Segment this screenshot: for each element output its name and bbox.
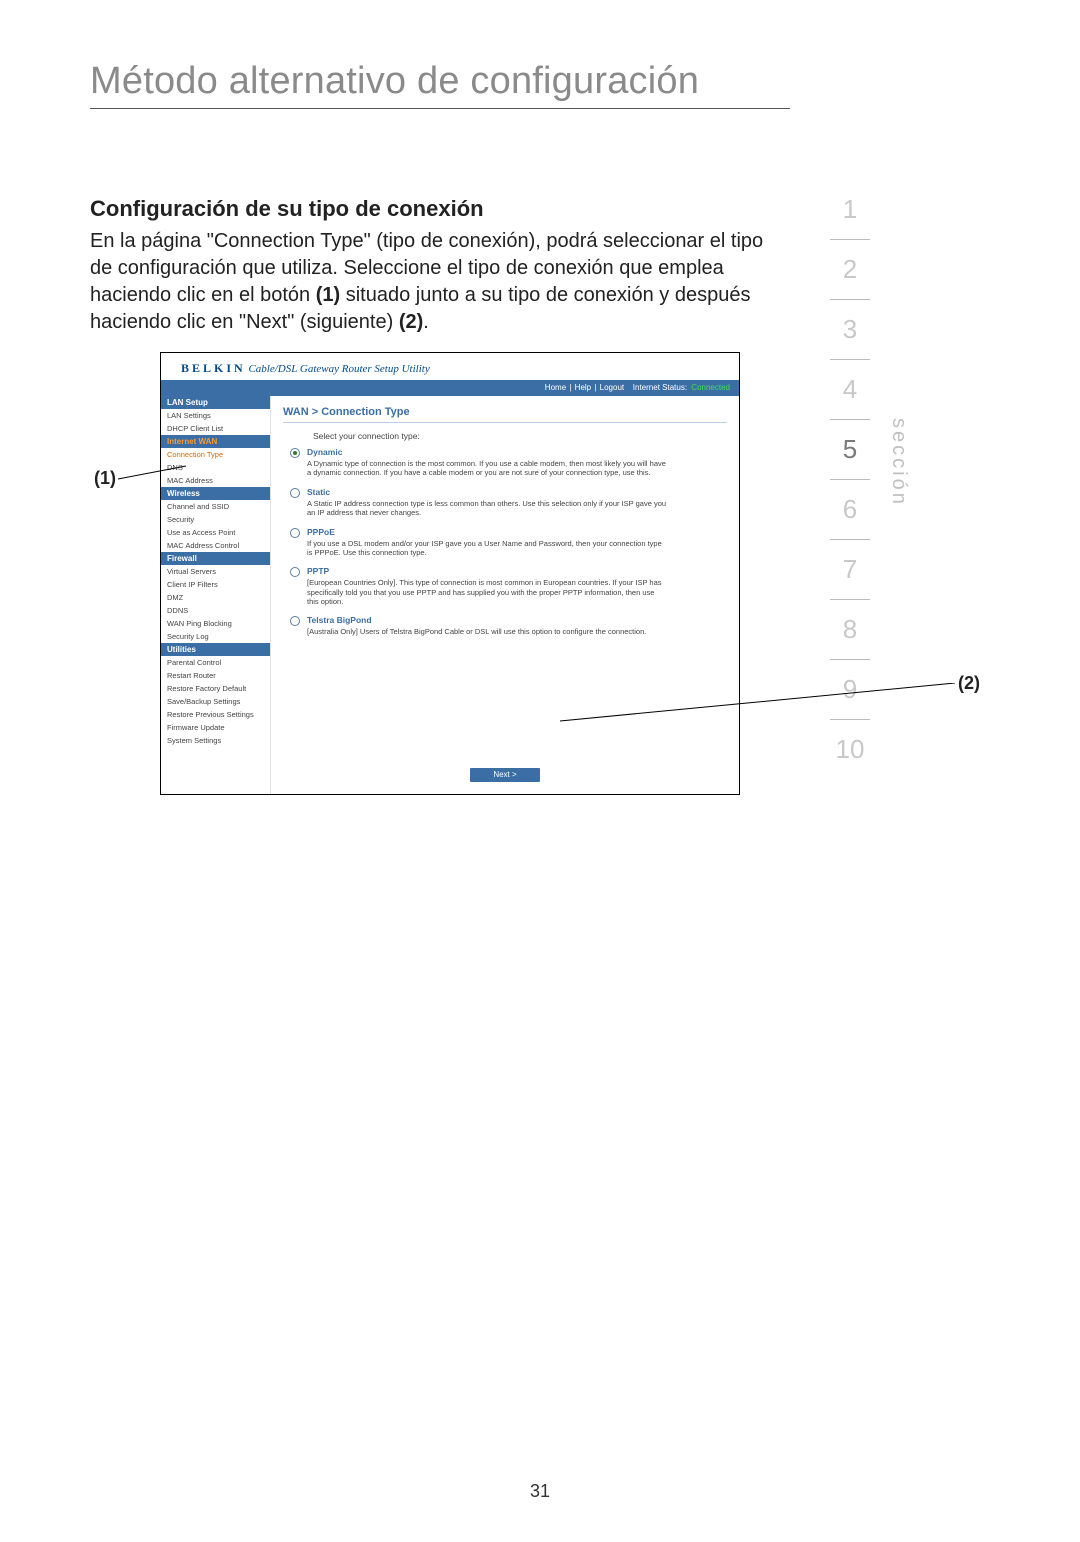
topbar-status-value: Connected	[691, 383, 730, 392]
section-tab-num: 6	[843, 480, 857, 538]
section-tabs: 12345678910	[830, 180, 870, 780]
section-tab-8[interactable]: 8	[830, 600, 870, 660]
sidebar-item[interactable]: Restart Router	[161, 669, 270, 682]
section-tab-num: 1	[843, 180, 857, 238]
connection-option: PPPoE If you use a DSL modem and/or your …	[283, 527, 727, 564]
sidebar-heading: LAN Setup	[161, 396, 270, 409]
sidebar-heading: Utilities	[161, 643, 270, 656]
sidebar-item[interactable]: MAC Address Control	[161, 539, 270, 552]
page-number: 31	[530, 1481, 550, 1502]
section-tab-3[interactable]: 3	[830, 300, 870, 360]
select-connection-label: Select your connection type:	[313, 431, 727, 441]
callout-ref-2: (2)	[399, 311, 423, 333]
topbar-logout[interactable]: Logout	[600, 383, 624, 392]
radio-pppoe[interactable]	[290, 528, 300, 538]
sidebar-item[interactable]: Restore Factory Default	[161, 682, 270, 695]
router-brand-header: BELKIN Cable/DSL Gateway Router Setup Ut…	[161, 353, 739, 380]
router-ui-screenshot: BELKIN Cable/DSL Gateway Router Setup Ut…	[160, 352, 740, 795]
section-tab-num: 9	[843, 660, 857, 718]
sidebar-item[interactable]: DNS	[161, 461, 270, 474]
sidebar-item[interactable]: Parental Control	[161, 656, 270, 669]
radio-static[interactable]	[290, 488, 300, 498]
section-tab-num: 2	[843, 240, 857, 298]
section-tab-5[interactable]: 5	[830, 420, 870, 480]
sidebar-item[interactable]: Client IP Filters	[161, 578, 270, 591]
option-desc: A Dynamic type of connection is the most…	[307, 459, 667, 478]
option-desc: If you use a DSL modem and/or your ISP g…	[307, 539, 667, 558]
option-title: Dynamic	[307, 447, 727, 457]
sidebar-item[interactable]: MAC Address	[161, 474, 270, 487]
section-tab-10[interactable]: 10	[830, 720, 870, 780]
body-text-c: .	[423, 311, 429, 333]
sidebar-item[interactable]: Save/Backup Settings	[161, 695, 270, 708]
topbar-help[interactable]: Help	[575, 383, 591, 392]
section-tab-num: 8	[843, 600, 857, 658]
sidebar-item[interactable]: DHCP Client List	[161, 422, 270, 435]
section-tab-num: 3	[843, 300, 857, 358]
sidebar-item[interactable]: System Settings	[161, 734, 270, 747]
connection-option: Telstra BigPond [Australia Only] Users of…	[283, 615, 727, 642]
option-desc: [Australia Only] Users of Telstra BigPon…	[307, 627, 667, 636]
radio-pptp[interactable]	[290, 567, 300, 577]
option-title: PPTP	[307, 566, 727, 576]
sidebar-item[interactable]: Virtual Servers	[161, 565, 270, 578]
sidebar-item[interactable]: Restore Previous Settings	[161, 708, 270, 721]
sidebar-item[interactable]: Use as Access Point	[161, 526, 270, 539]
sidebar-item[interactable]: WAN Ping Blocking	[161, 617, 270, 630]
next-button[interactable]: Next >	[470, 768, 540, 782]
connection-option: Dynamic A Dynamic type of connection is t…	[283, 447, 727, 484]
section-tab-num: 7	[843, 540, 857, 598]
section-tab-7[interactable]: 7	[830, 540, 870, 600]
sidebar-item[interactable]: Security Log	[161, 630, 270, 643]
option-title: Telstra BigPond	[307, 615, 727, 625]
radio-telstra bigpond[interactable]	[290, 616, 300, 626]
sidebar-heading: Internet WAN	[161, 435, 270, 448]
router-brand-sub: Cable/DSL Gateway Router Setup Utility	[248, 363, 429, 375]
section-tab-1[interactable]: 1	[830, 180, 870, 240]
breadcrumb: WAN > Connection Type	[283, 406, 727, 418]
callout-2-label: (2)	[958, 673, 980, 694]
sidebar-item[interactable]: Connection Type	[161, 448, 270, 461]
sidebar-item[interactable]: Channel and SSID	[161, 500, 270, 513]
body-paragraph: En la página "Connection Type" (tipo de …	[90, 228, 790, 336]
section-tab-9[interactable]: 9	[830, 660, 870, 720]
section-heading: Configuración de su tipo de conexión	[90, 196, 484, 222]
sidebar-heading: Wireless	[161, 487, 270, 500]
section-tab-num: 5	[843, 420, 857, 478]
section-tab-4[interactable]: 4	[830, 360, 870, 420]
callout-1-label: (1)	[94, 468, 116, 489]
radio-dynamic[interactable]	[290, 448, 300, 458]
section-tab-6[interactable]: 6	[830, 480, 870, 540]
topbar-home[interactable]: Home	[545, 383, 566, 392]
router-sidebar: LAN SetupLAN SettingsDHCP Client ListInt…	[161, 396, 271, 794]
sidebar-item[interactable]: LAN Settings	[161, 409, 270, 422]
section-tab-num: 4	[843, 360, 857, 418]
seccion-label: sección	[887, 418, 910, 507]
sidebar-item[interactable]: Security	[161, 513, 270, 526]
option-desc: A Static IP address connection type is l…	[307, 499, 667, 518]
connection-option: Static A Static IP address connection typ…	[283, 487, 727, 524]
sidebar-heading: Firewall	[161, 552, 270, 565]
option-title: PPPoE	[307, 527, 727, 537]
router-main-panel: WAN > Connection Type Select your connec…	[271, 396, 739, 794]
panel-rule	[283, 422, 727, 423]
section-tab-2[interactable]: 2	[830, 240, 870, 300]
sidebar-item[interactable]: Firmware Update	[161, 721, 270, 734]
callout-ref-1: (1)	[316, 284, 340, 306]
option-desc: [European Countries Only]. This type of …	[307, 578, 667, 606]
router-brand: BELKIN	[181, 361, 246, 375]
sidebar-item[interactable]: DDNS	[161, 604, 270, 617]
sidebar-item[interactable]: DMZ	[161, 591, 270, 604]
option-title: Static	[307, 487, 727, 497]
title-rule	[90, 108, 790, 109]
section-tab-num: 10	[836, 720, 865, 778]
connection-option: PPTP [European Countries Only]. This type…	[283, 566, 727, 612]
topbar-status-label: Internet Status:	[633, 383, 687, 392]
router-topbar: Home | Help | Logout Internet Status: Co…	[161, 380, 739, 396]
page-title: Método alternativo de configuración	[90, 60, 699, 103]
